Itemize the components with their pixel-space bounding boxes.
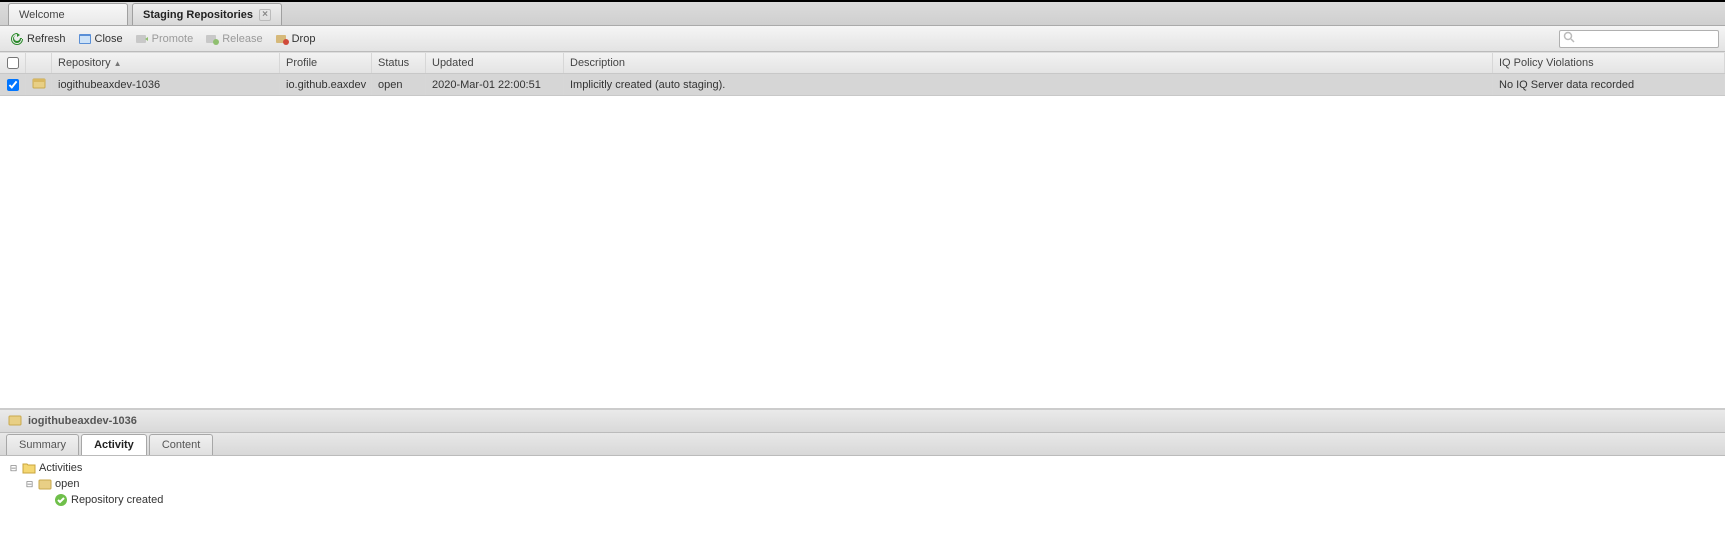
tab-content[interactable]: Content <box>149 434 214 455</box>
search-input[interactable] <box>1578 33 1720 45</box>
repository-grid: Repository ▲ Profile Status Updated Desc… <box>0 52 1725 409</box>
tree-node-activities[interactable]: ⊟ Activities <box>8 460 1717 476</box>
cell-description: Implicitly created (auto staging). <box>570 79 725 91</box>
tree-label: Repository created <box>71 494 163 506</box>
folder-icon <box>22 461 36 475</box>
button-label: Release <box>222 33 262 45</box>
tab-summary[interactable]: Summary <box>6 434 79 455</box>
main-tabstrip: Welcome Staging Repositories × <box>0 2 1725 26</box>
tree-node-open[interactable]: ⊟ open <box>8 476 1717 492</box>
search-input-wrapper[interactable] <box>1559 30 1719 48</box>
cell-profile: io.github.eaxdev <box>286 79 366 91</box>
promote-button: Promote <box>131 30 198 48</box>
repo-icon <box>38 477 52 491</box>
table-row[interactable]: iogithubeaxdev-1036 io.github.eaxdev ope… <box>0 74 1725 96</box>
release-button: Release <box>201 30 266 48</box>
drop-button[interactable]: Drop <box>271 30 320 48</box>
select-all-checkbox[interactable] <box>7 57 19 69</box>
promote-icon <box>135 32 149 46</box>
column-icon <box>26 53 52 73</box>
column-status[interactable]: Status <box>372 53 426 73</box>
button-label: Drop <box>292 33 316 45</box>
cell-iq: No IQ Server data recorded <box>1499 79 1634 91</box>
tab-label: Staging Repositories <box>143 5 253 25</box>
tree-leaf-repository-created[interactable]: Repository created <box>8 492 1717 508</box>
close-icon[interactable]: × <box>259 9 271 21</box>
cell-updated: 2020-Mar-01 22:00:51 <box>432 79 541 91</box>
tree-label: Activities <box>39 462 82 474</box>
button-label: Promote <box>152 33 194 45</box>
cell-status: open <box>378 79 402 91</box>
drop-icon <box>275 32 289 46</box>
grid-empty-area <box>0 96 1725 408</box>
column-updated[interactable]: Updated <box>426 53 564 73</box>
cell-repository: iogithubeaxdev-1036 <box>58 79 160 91</box>
activity-tree: ⊟ Activities ⊟ open Repository created <box>0 456 1725 516</box>
tab-label: Welcome <box>19 5 65 25</box>
button-label: Close <box>95 33 123 45</box>
close-button[interactable]: Close <box>74 30 127 48</box>
tree-label: open <box>55 478 79 490</box>
column-iq-violations[interactable]: IQ Policy Violations <box>1493 53 1725 73</box>
release-icon <box>205 32 219 46</box>
column-description[interactable]: Description <box>564 53 1493 73</box>
column-repository[interactable]: Repository ▲ <box>52 53 280 73</box>
row-checkbox[interactable] <box>7 79 19 91</box>
detail-title-text: iogithubeaxdev-1036 <box>28 415 137 427</box>
success-icon <box>54 493 68 507</box>
tab-welcome[interactable]: Welcome <box>8 3 128 25</box>
tab-activity[interactable]: Activity <box>81 434 147 455</box>
column-checkbox[interactable] <box>0 53 26 73</box>
detail-tabstrip: Summary Activity Content <box>0 433 1725 456</box>
repo-icon <box>8 413 22 430</box>
search-icon <box>1563 31 1575 46</box>
collapse-icon[interactable]: ⊟ <box>24 479 35 490</box>
toolbar: Refresh Close Promote Release Drop <box>0 26 1725 52</box>
column-profile[interactable]: Profile <box>280 53 372 73</box>
close-repo-icon <box>78 32 92 46</box>
refresh-icon <box>10 32 24 46</box>
refresh-button[interactable]: Refresh <box>6 30 70 48</box>
grid-header: Repository ▲ Profile Status Updated Desc… <box>0 52 1725 74</box>
button-label: Refresh <box>27 33 66 45</box>
sort-asc-icon: ▲ <box>114 59 122 68</box>
detail-panel-title: iogithubeaxdev-1036 <box>0 409 1725 433</box>
repo-open-icon <box>32 76 46 93</box>
collapse-icon[interactable]: ⊟ <box>8 463 19 474</box>
tab-staging-repositories[interactable]: Staging Repositories × <box>132 3 282 25</box>
